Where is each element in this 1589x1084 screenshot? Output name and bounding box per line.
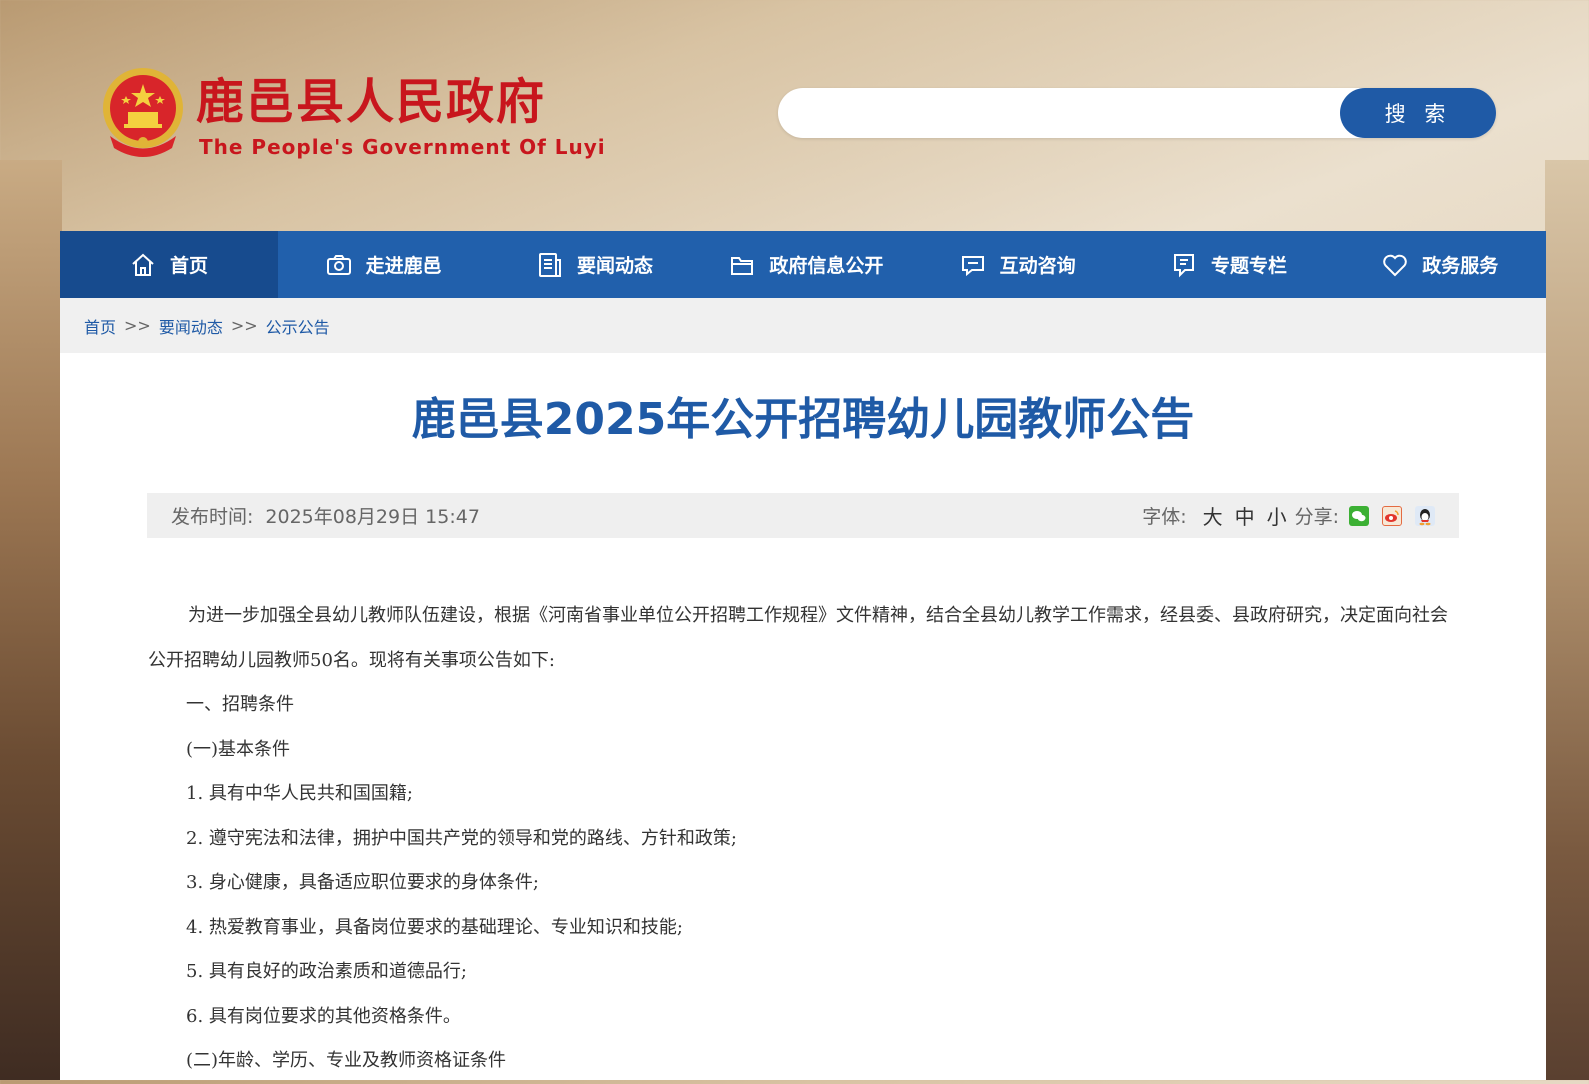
bookmark-icon (1171, 252, 1197, 278)
list-item: 3. 身心健康，具备适应职位要求的身体条件; (186, 872, 539, 893)
document-icon (537, 252, 563, 278)
wechat-icon[interactable] (1349, 505, 1369, 526)
nav-item-consult[interactable]: 互动咨询 (912, 231, 1123, 298)
camera-icon (326, 252, 352, 278)
site-subtitle: The People's Government Of Luyi (199, 135, 606, 159)
national-emblem-icon (98, 66, 188, 158)
font-size-large-button[interactable]: 大 (1203, 501, 1223, 530)
nav-label: 专题专栏 (1210, 255, 1287, 277)
search-box: 搜 索 (778, 88, 1496, 138)
nav-label: 首页 (169, 255, 208, 277)
home-icon (130, 252, 156, 278)
breadcrumb-home[interactable]: 首页 (84, 314, 116, 338)
search-input[interactable] (802, 96, 1336, 132)
background-decoration-right (1545, 160, 1589, 1080)
share-label: 分享: (1294, 506, 1339, 528)
nav-item-info-disclosure[interactable]: 政府信息公开 (701, 231, 912, 298)
nav-label: 走进鹿邑 (365, 255, 442, 277)
list-item: 2. 遵守宪法和法律，拥护中国共产党的领导和党的路线、方针和政策; (186, 827, 737, 849)
search-button[interactable]: 搜 索 (1340, 88, 1496, 138)
publish-date: 2025年08月29日 15:47 (265, 506, 480, 528)
breadcrumb-notices[interactable]: 公示公告 (266, 314, 330, 338)
nav-item-topics[interactable]: 专题专栏 (1123, 231, 1334, 298)
nav-label: 互动咨询 (999, 255, 1076, 277)
chat-icon (960, 252, 986, 278)
weibo-icon[interactable] (1382, 505, 1402, 526)
nav-label: 要闻动态 (576, 255, 653, 277)
font-size-medium-button[interactable]: 中 (1235, 501, 1255, 530)
background-decoration-left (0, 160, 62, 1080)
nav-label: 政务服务 (1422, 255, 1499, 277)
publish-label: 发布时间: (171, 506, 254, 528)
list-item: 5. 具有良好的政治素质和道德品行; (186, 961, 467, 982)
nav-item-news[interactable]: 要闻动态 (489, 231, 700, 298)
subsection-heading: (一)基本条件 (186, 738, 291, 760)
nav-item-home[interactable]: 首页 (60, 231, 278, 298)
breadcrumb-separator: >> (230, 316, 258, 335)
qq-icon[interactable] (1415, 505, 1435, 526)
breadcrumb-news[interactable]: 要闻动态 (159, 314, 223, 338)
nav-label: 政府信息公开 (769, 255, 884, 277)
folder-icon (729, 252, 755, 278)
subsection-heading: (二)年龄、学历、专业及教师资格证条件 (186, 1050, 507, 1071)
font-size-label: 字体: (1142, 506, 1187, 528)
nav-item-services[interactable]: 政务服务 (1335, 231, 1546, 298)
list-item: 1. 具有中华人民共和国国籍; (186, 783, 413, 804)
heart-icon (1382, 252, 1408, 278)
nav-item-about[interactable]: 走进鹿邑 (278, 231, 489, 298)
content-panel: 首页 >> 要闻动态 >> 公示公告 鹿邑县2025年公开招聘幼儿园教师公告 发… (60, 298, 1546, 1080)
article-title: 鹿邑县2025年公开招聘幼儿园教师公告 (411, 394, 1195, 445)
list-item: 6. 具有岗位要求的其他资格条件。 (186, 1005, 461, 1027)
site-title: 鹿邑县人民政府 (196, 74, 547, 130)
main-nav: 首页 走进鹿邑 要闻动态 政府信息公开 互动咨询 专题专栏 政务服务 (60, 231, 1546, 298)
breadcrumb: 首页 >> 要闻动态 >> 公示公告 (60, 298, 1546, 353)
list-item: 4. 热爱教育事业，具备岗位要求的基础理论、专业知识和技能; (186, 916, 683, 938)
article-body: 为进一步加强全县幼儿教师队伍建设，根据《河南省事业单位公开招聘工作规程》文件精神… (148, 594, 1458, 1084)
font-size-small-button[interactable]: 小 (1267, 501, 1287, 530)
breadcrumb-separator: >> (124, 316, 151, 335)
article-tools: 字体: 大 中 小 分享: (1142, 501, 1435, 530)
article-paragraph: 为进一步加强全县幼儿教师队伍建设，根据《河南省事业单位公开招聘工作规程》文件精神… (148, 605, 1448, 671)
article-meta-bar: 发布时间: 2025年08月29日 15:47 字体: 大 中 小 分享: (147, 493, 1459, 538)
section-heading: 一、招聘条件 (186, 694, 294, 715)
